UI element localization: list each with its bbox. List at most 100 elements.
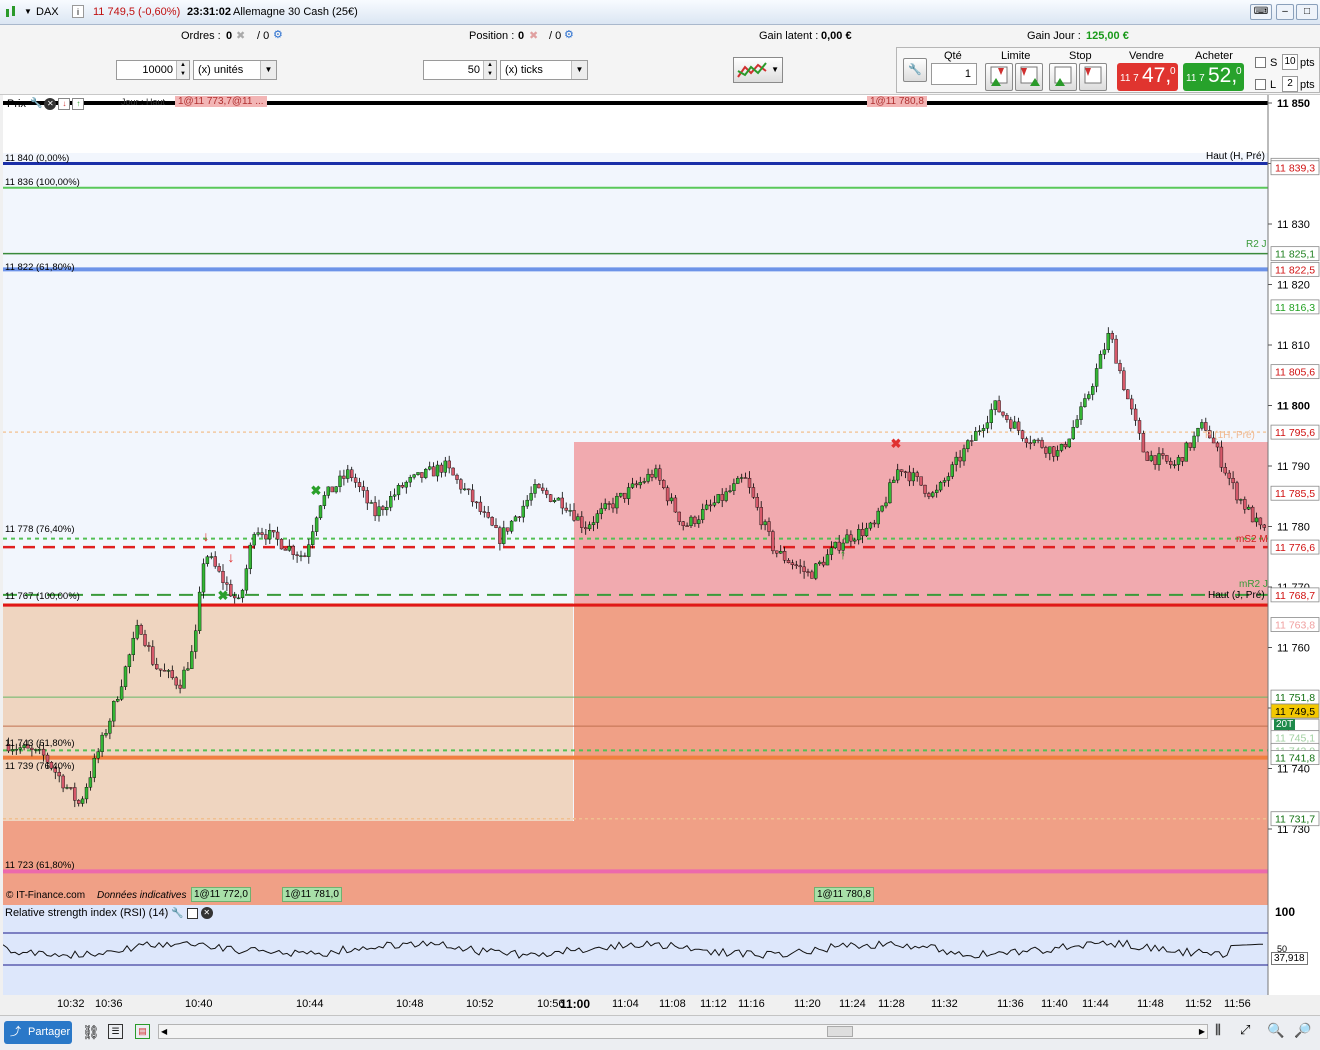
sell-label: Vendre bbox=[1129, 50, 1164, 62]
list-icon[interactable]: ☰ bbox=[108, 1024, 123, 1039]
candle-up bbox=[556, 497, 561, 501]
gain-jour-value: 125,00 € bbox=[1086, 30, 1129, 42]
limit-buy-button[interactable] bbox=[985, 63, 1013, 91]
candle-down bbox=[486, 512, 490, 518]
candle-up bbox=[892, 479, 896, 483]
price-chart[interactable]: ↓↓↑✖✖✖ 11 85011 84011 83011 82011 81011 … bbox=[3, 95, 1320, 905]
keyboard-icon[interactable]: ⌨ bbox=[1250, 4, 1272, 20]
fib-label: 11 822 (61,80%) bbox=[5, 262, 75, 273]
maximize-icon[interactable] bbox=[186, 907, 198, 919]
candle-tool-icon[interactable]: ⫼ bbox=[1215, 1022, 1221, 1038]
position-close-icon[interactable]: ✖ bbox=[529, 29, 538, 42]
wrench-icon[interactable]: 🔧 bbox=[171, 908, 183, 919]
l-value: 2 bbox=[1287, 78, 1293, 89]
scroll-left-icon[interactable]: ◀ bbox=[161, 1025, 167, 1038]
layout-icon[interactable]: ▤ bbox=[135, 1024, 150, 1039]
zoom-fit-icon[interactable]: ⤢ bbox=[1240, 1022, 1250, 1038]
quantity-unit-select[interactable]: (x) unités ▼ bbox=[193, 60, 277, 80]
s-checkbox[interactable] bbox=[1255, 57, 1266, 68]
strategy-chart-button[interactable]: ▼ bbox=[733, 57, 783, 83]
stop-sell-button[interactable] bbox=[1079, 63, 1107, 91]
stop-buy-button[interactable] bbox=[1049, 63, 1077, 91]
executed-order-tag[interactable]: 1@11 781,0 bbox=[282, 887, 342, 902]
candle-up bbox=[408, 477, 412, 483]
ticks-stepper[interactable]: 50 ▲ ▼ bbox=[423, 60, 497, 80]
orders-close-icon[interactable]: ✖ bbox=[236, 29, 245, 42]
executed-order-tag[interactable]: 1@11 780,8 bbox=[814, 887, 874, 902]
trade-close-marker[interactable]: ✖ bbox=[891, 436, 902, 451]
line-label-haut-h: Haut (H, Pré) bbox=[1206, 151, 1265, 162]
candle-up bbox=[268, 530, 272, 540]
candle-down bbox=[1114, 338, 1118, 364]
link-icon[interactable]: ⛓ bbox=[82, 1024, 100, 1041]
close-icon[interactable]: ✕ bbox=[44, 97, 57, 110]
orders-settings-icon[interactable]: ⚙ bbox=[273, 28, 283, 41]
candle-up bbox=[981, 428, 986, 431]
candle-up bbox=[888, 482, 892, 504]
candle-down bbox=[381, 506, 385, 511]
qte-value: 1 bbox=[964, 68, 971, 80]
position-settings-icon[interactable]: ⚙ bbox=[564, 28, 574, 41]
time-label: 11:40 bbox=[1041, 998, 1068, 1010]
l-value-input[interactable]: 2 bbox=[1282, 76, 1298, 92]
wrench-icon[interactable]: 🔧 bbox=[903, 58, 927, 82]
chevron-down-icon[interactable]: ▼ bbox=[571, 61, 587, 79]
candle-down bbox=[61, 775, 65, 789]
candle-down bbox=[903, 471, 908, 473]
zone-current-orange bbox=[574, 603, 1268, 905]
top-order-tag-2[interactable]: 1@11 780,8 bbox=[867, 96, 927, 107]
candle-down bbox=[802, 566, 806, 572]
minimize-button[interactable]: – bbox=[1276, 4, 1294, 20]
scroll-thumb[interactable] bbox=[827, 1026, 853, 1037]
candle-down bbox=[506, 527, 510, 532]
limit-sell-button[interactable] bbox=[1015, 63, 1043, 91]
executed-order-tag[interactable]: 1@11 772,0 bbox=[191, 887, 251, 902]
scroll-right-icon[interactable]: ▶ bbox=[1199, 1025, 1205, 1038]
instrument-name[interactable]: DAX bbox=[36, 6, 59, 18]
trade-arrow-marker[interactable]: ↑ bbox=[840, 546, 847, 562]
candle-down bbox=[482, 511, 486, 513]
top-order-tag-1[interactable]: 1@11 773,7@11 ... bbox=[175, 96, 267, 107]
maximize-button[interactable]: □ bbox=[1296, 4, 1318, 20]
candle-down bbox=[420, 472, 424, 478]
zoom-in-icon[interactable]: 🔎 bbox=[1294, 1022, 1311, 1039]
qte-input[interactable]: 1 bbox=[931, 63, 977, 85]
zoom-out-icon[interactable]: 🔍 bbox=[1267, 1022, 1284, 1039]
price-chart-panel[interactable]: ↓↓↑✖✖✖ 11 85011 84011 83011 82011 81011 … bbox=[3, 95, 1320, 905]
candle-down bbox=[634, 483, 639, 486]
ticks-unit-select[interactable]: (x) ticks ▼ bbox=[500, 60, 588, 80]
close-icon[interactable]: ✕ bbox=[200, 907, 213, 919]
candle-up bbox=[630, 483, 635, 488]
l-checkbox[interactable] bbox=[1255, 79, 1266, 90]
s-value-input[interactable]: 10 bbox=[1282, 54, 1298, 70]
info-icon[interactable]: i bbox=[72, 5, 84, 18]
candle-up bbox=[1102, 349, 1107, 355]
menu-arrow-icon[interactable]: ▼ bbox=[24, 7, 32, 16]
trade-arrow-marker[interactable]: ↓ bbox=[228, 549, 235, 565]
chevron-down-icon[interactable]: ▼ bbox=[260, 61, 276, 79]
trade-arrow-marker[interactable]: ↓ bbox=[203, 528, 210, 544]
sell-button[interactable]: 11 7 47, 0 bbox=[1117, 63, 1178, 91]
rsi-panel[interactable]: Relative strength index (RSI) (14) 🔧 ✕ 1… bbox=[3, 905, 1320, 995]
horizontal-scrollbar[interactable]: ◀ ▶ bbox=[158, 1024, 1208, 1039]
buy-order-icon[interactable]: ↑ bbox=[72, 97, 85, 110]
candle-up bbox=[825, 554, 830, 566]
stepper-arrows-icon[interactable]: ▲ ▼ bbox=[483, 61, 496, 79]
buy-button[interactable]: 11 7 52, 0 bbox=[1183, 63, 1244, 91]
chevron-down-icon[interactable]: ▼ bbox=[771, 65, 779, 74]
candle-down bbox=[821, 561, 826, 566]
quantity-stepper[interactable]: 10000 ▲ ▼ bbox=[116, 60, 190, 80]
trade-close-marker[interactable]: ✖ bbox=[218, 588, 229, 603]
price-tag-label: 11 816,3 bbox=[1275, 302, 1315, 314]
candle-up bbox=[127, 654, 132, 667]
candle-down bbox=[1188, 442, 1192, 448]
candle-down bbox=[584, 527, 588, 530]
share-button[interactable]: ⤴ Partager bbox=[4, 1021, 72, 1044]
candle-up bbox=[513, 516, 518, 522]
wrench-icon[interactable]: 🔧 bbox=[30, 98, 42, 109]
stepper-arrows-icon[interactable]: ▲ ▼ bbox=[176, 61, 189, 79]
sell-order-icon[interactable]: ↓ bbox=[58, 97, 71, 110]
candle-up bbox=[740, 477, 744, 479]
trade-close-marker[interactable]: ✖ bbox=[311, 483, 322, 498]
candle-down bbox=[76, 800, 81, 804]
